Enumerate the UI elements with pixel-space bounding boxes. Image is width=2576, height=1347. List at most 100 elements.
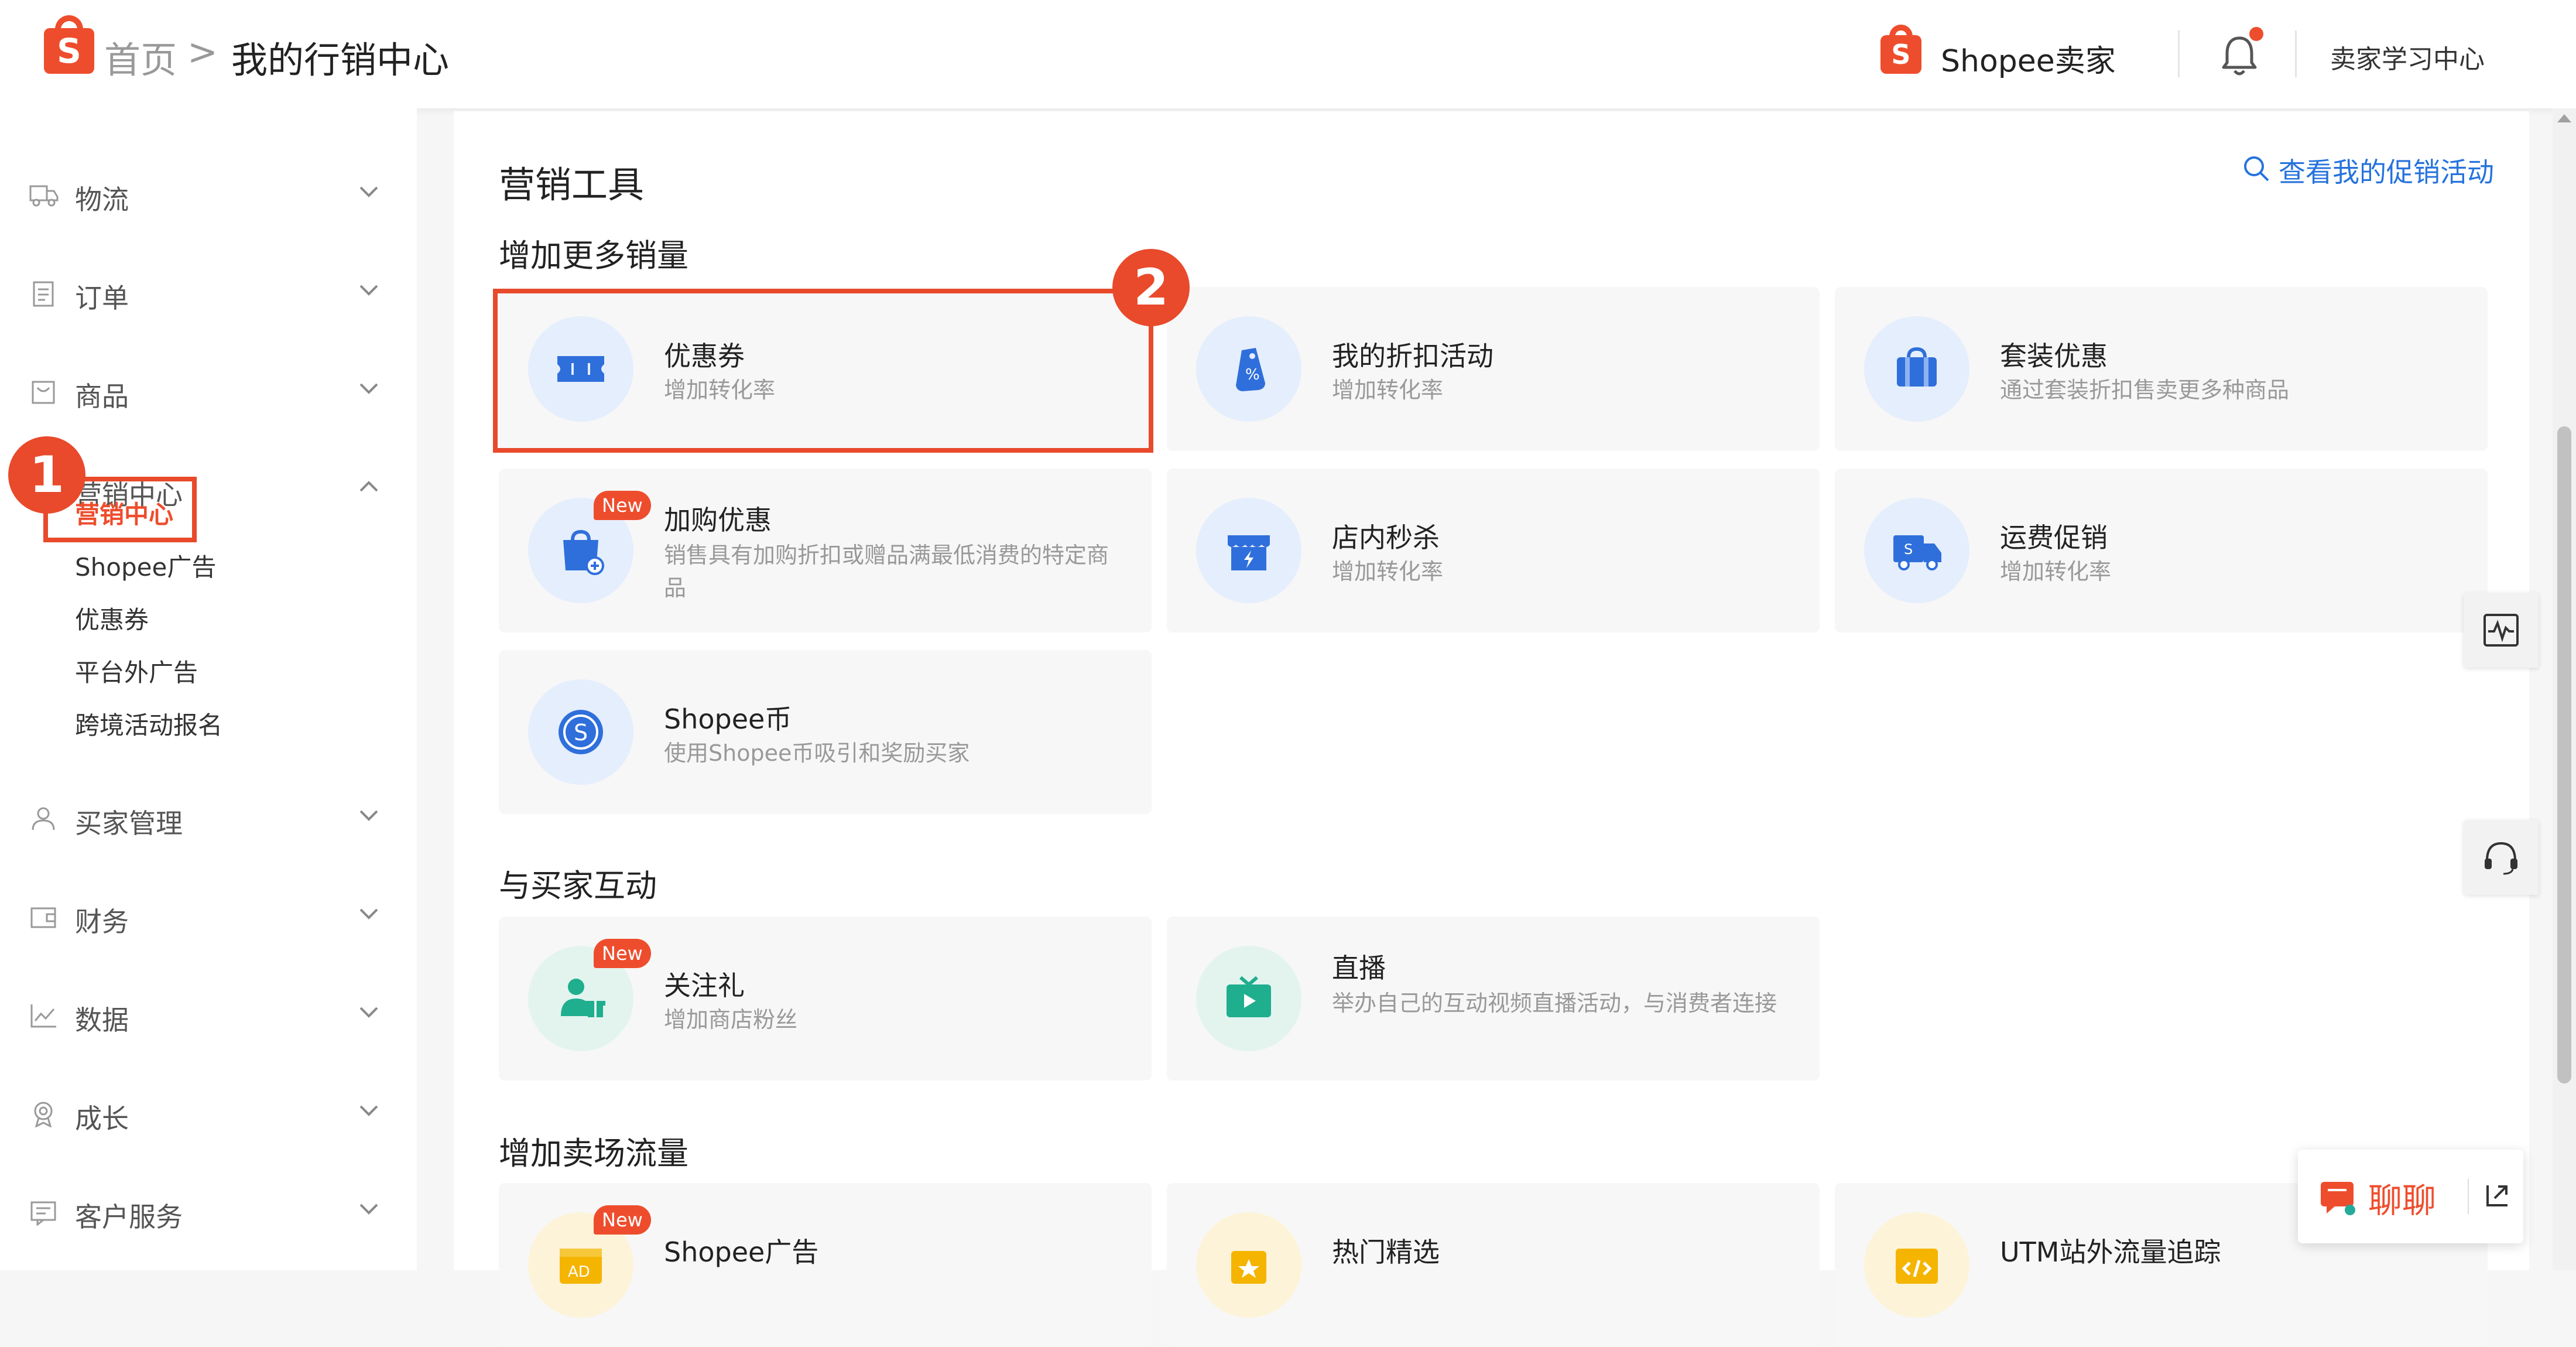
sidebar-item-finance[interactable]: 财务 (0, 883, 417, 948)
chat-widget[interactable]: 聊聊 (2298, 1150, 2523, 1243)
new-badge: New (594, 1205, 651, 1235)
sidebar-sub-offsite-ads[interactable]: 平台外广告 (75, 653, 198, 689)
card-icon-bg (1196, 946, 1301, 1051)
line-chart-icon (30, 1004, 56, 1028)
chevron-up-icon (359, 481, 378, 492)
svg-text:AD: AD (568, 1263, 590, 1281)
tool-card-my-discounts[interactable]: % 我的折扣活动 增加转化率 (1167, 287, 1820, 451)
headset-icon (2485, 842, 2517, 875)
tool-card-follow-prize[interactable]: New 关注礼 增加商店粉丝 (499, 917, 1152, 1081)
message-box-icon (30, 1201, 56, 1226)
product-box-icon (32, 381, 55, 404)
sidebar-item-data[interactable]: 数据 (0, 982, 417, 1046)
svg-text:S: S (1904, 541, 1913, 558)
chevron-down-icon (359, 285, 378, 296)
sidebar-item-label: 财务 (75, 906, 129, 938)
tool-card-shopee-coins[interactable]: S Shopee币 使用Shopee币吸引和奖励买家 (499, 650, 1152, 814)
scroll-up-arrow[interactable] (2557, 114, 2571, 122)
tool-card-shopee-ads[interactable]: AD New Shopee广告 (499, 1183, 1152, 1347)
card-title: 我的折扣活动 (1332, 340, 1493, 372)
scrollbar-thumb[interactable] (2557, 426, 2571, 1083)
shopee-seller-logo-icon[interactable]: S (1880, 24, 1921, 74)
sidebar-sub-vouchers[interactable]: 优惠券 (75, 600, 149, 636)
chevron-down-icon (359, 1105, 378, 1116)
card-title: 热门精选 (1332, 1236, 1440, 1268)
card-title: UTM站外流量追踪 (2000, 1236, 2221, 1268)
add-on-bag-icon (563, 529, 604, 575)
card-title: 套装优惠 (2000, 340, 2108, 372)
sidebar-item-label: 数据 (75, 1004, 129, 1036)
expand-icon[interactable] (2484, 1182, 2511, 1209)
user-icon (32, 807, 55, 830)
follow-gift-icon (561, 979, 605, 1017)
card-desc: 使用Shopee币吸引和奖励买家 (664, 740, 970, 766)
sidebar-sub-crossborder-campaign[interactable]: 跨境活动报名 (75, 706, 222, 741)
card-icon-bg (1864, 1212, 1969, 1318)
breadcrumb-current: 我的行销中心 (231, 39, 450, 81)
sidebar-item-products[interactable]: 商品 (0, 358, 417, 422)
sidebar-item-orders[interactable]: 订单 (0, 259, 417, 324)
utm-code-icon (1896, 1249, 1938, 1284)
annotation-badge-1: 1 (8, 436, 85, 514)
card-icon-bg (1196, 1212, 1301, 1318)
chat-label: 聊聊 (2368, 1181, 2437, 1220)
chevron-down-icon (359, 186, 378, 197)
svg-text:%: % (1245, 366, 1260, 384)
tool-card-top-picks[interactable]: 热门精选 (1167, 1183, 1820, 1347)
tool-card-add-on-deals[interactable]: New 加购优惠 销售具有加购折扣或赠品满最低消费的特定商品 (499, 469, 1152, 633)
top-header: S 首页 > 我的行销中心 S Shopee卖家 卖家学习中心 (0, 0, 2576, 108)
sidebar-item-label: 成长 (75, 1103, 129, 1134)
shopee-logo-icon[interactable]: S (44, 15, 94, 74)
sidebar-item-customer-service[interactable]: 客户服务 (0, 1178, 417, 1243)
chevron-down-icon (359, 908, 378, 919)
seller-brand-link[interactable]: Shopee卖家 (1941, 36, 2116, 80)
chat-bubble-icon (2321, 1182, 2355, 1215)
sidebar-item-label: 客户服务 (75, 1201, 183, 1233)
card-title: 直播 (1332, 952, 1386, 984)
new-badge: New (594, 491, 651, 520)
breadcrumb-separator: > (187, 30, 218, 73)
sidebar-item-growth[interactable]: 成长 (0, 1080, 417, 1144)
tool-card-flash-deals[interactable]: 店内秒杀 增加转化率 (1167, 469, 1820, 633)
card-desc: 举办自己的互动视频直播活动，与消费者连接 (1332, 990, 1777, 1016)
header-divider (2178, 30, 2180, 77)
sidebar-item-logistics[interactable]: 物流 (0, 161, 417, 225)
search-icon (2244, 156, 2269, 182)
shipping-truck-icon: S (1893, 535, 1941, 570)
section-title-more-sales: 增加更多销量 (499, 237, 688, 274)
sidebar-item-label: 物流 (75, 184, 129, 216)
section-title-more-traffic: 增加卖场流量 (499, 1135, 688, 1172)
sidebar-item-buyer-management[interactable]: 买家管理 (0, 785, 417, 849)
tool-card-live-stream[interactable]: 直播 举办自己的互动视频直播活动，与消费者连接 (1167, 917, 1820, 1081)
card-title: 加购优惠 (664, 504, 772, 536)
card-desc: 增加转化率 (1332, 377, 1444, 403)
tool-card-shipping-promotion[interactable]: S 运费促销 增加转化率 (1835, 469, 2488, 633)
live-stream-icon (1227, 976, 1271, 1017)
clipboard-icon (33, 281, 54, 307)
card-title: Shopee币 (664, 703, 792, 735)
breadcrumb-home[interactable]: 首页 (104, 30, 177, 83)
seller-learning-center-link[interactable]: 卖家学习中心 (2330, 38, 2485, 76)
card-desc: 增加转化率 (1332, 559, 1444, 584)
header-divider (2295, 30, 2297, 77)
card-desc: 通过套装折扣售卖更多种商品 (2000, 377, 2290, 403)
shopee-coin-icon: S (559, 710, 603, 754)
sidebar-item-label: 订单 (75, 282, 129, 314)
sidebar-sub-shopee-ads[interactable]: Shopee广告 (75, 548, 216, 583)
card-desc: 增加转化率 (2000, 559, 2112, 584)
activity-monitor-icon (2483, 614, 2519, 647)
card-title: 运费促销 (2000, 522, 2108, 553)
wallet-icon (30, 907, 56, 928)
tool-card-bundle-deals[interactable]: 套装优惠 通过套装折扣售卖更多种商品 (1835, 287, 2488, 451)
card-icon-bg: S (1864, 498, 1969, 603)
card-desc: 销售具有加购折扣或赠品满最低消费的特定商品 (664, 542, 1109, 601)
bundle-bag-icon (1897, 347, 1937, 387)
annotation-badge-2: 2 (1112, 249, 1190, 326)
sidebar: 物流 订单 商品 营销中心 营销中心 Shopee广告 优惠券 平台外广告 跨境… (0, 108, 417, 1270)
sidebar-item-label: 商品 (75, 381, 129, 412)
card-title: 关注礼 (664, 970, 745, 1001)
new-badge: New (594, 939, 651, 968)
floating-support-button[interactable] (2464, 820, 2539, 895)
card-icon-bg: % (1196, 316, 1301, 422)
floating-monitor-button[interactable] (2464, 593, 2539, 668)
